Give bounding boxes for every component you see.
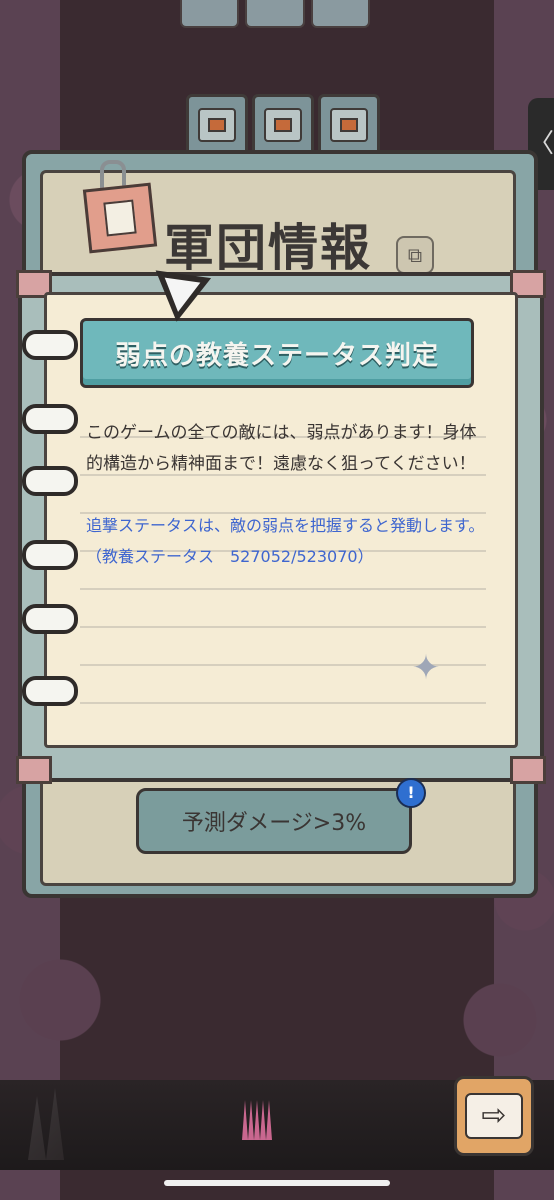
note-tag-icon	[82, 182, 158, 254]
robot-icon	[330, 108, 368, 142]
predicted-damage-label: 予測ダメージ>3%	[181, 811, 367, 836]
binder-ring	[22, 404, 78, 434]
triangle-badge-icon	[148, 270, 212, 326]
top-unit-strip	[180, 0, 370, 30]
corner-bracket	[16, 756, 52, 784]
star-badge-icon: ✦	[411, 648, 441, 688]
unit-slots	[186, 94, 380, 156]
unit-slot-1[interactable]	[186, 94, 248, 156]
robot-icon	[198, 108, 236, 142]
robot-icon	[264, 108, 302, 142]
predicted-damage-button[interactable]: 予測ダメージ>3%	[136, 788, 412, 854]
binder-ring	[22, 676, 78, 706]
binder-ring	[22, 604, 78, 634]
arrow-right-icon: ⇨	[465, 1093, 523, 1139]
info-icon[interactable]: !	[396, 778, 426, 808]
share-icon: ⧉	[407, 243, 423, 267]
pursuit-status-text: 追撃ステータスは、敵の弱点を把握すると発動します。（教養ステータス 527052…	[86, 516, 485, 566]
unit-slot-top-2	[245, 0, 305, 28]
next-button[interactable]: ⇨	[454, 1076, 534, 1156]
share-button[interactable]: ⧉	[396, 236, 434, 274]
section-ribbon: 弱点の教養ステータス判定	[80, 318, 474, 388]
page-title: 軍団情報	[164, 219, 372, 277]
binder-ring	[22, 330, 78, 360]
game-scene: 〈 軍団情報 ⧉ 弱点の教養ステータス判定 このゲームの全ての敵には、弱点があり…	[0, 0, 554, 1200]
weakness-description: このゲームの全ての敵には、弱点があります！身体的構造から精神面まで！遠慮なく狙っ…	[86, 423, 477, 474]
corner-bracket	[510, 756, 546, 784]
unit-slot-top-3	[310, 0, 370, 28]
home-indicator[interactable]	[164, 1180, 390, 1186]
ribbon-title: 弱点の教養ステータス判定	[114, 340, 439, 371]
unit-slot-top-1	[180, 0, 240, 28]
binder-ring	[22, 466, 78, 496]
unit-slot-2[interactable]	[252, 94, 314, 156]
binder-ring	[22, 540, 78, 570]
unit-slot-3[interactable]	[318, 94, 380, 156]
